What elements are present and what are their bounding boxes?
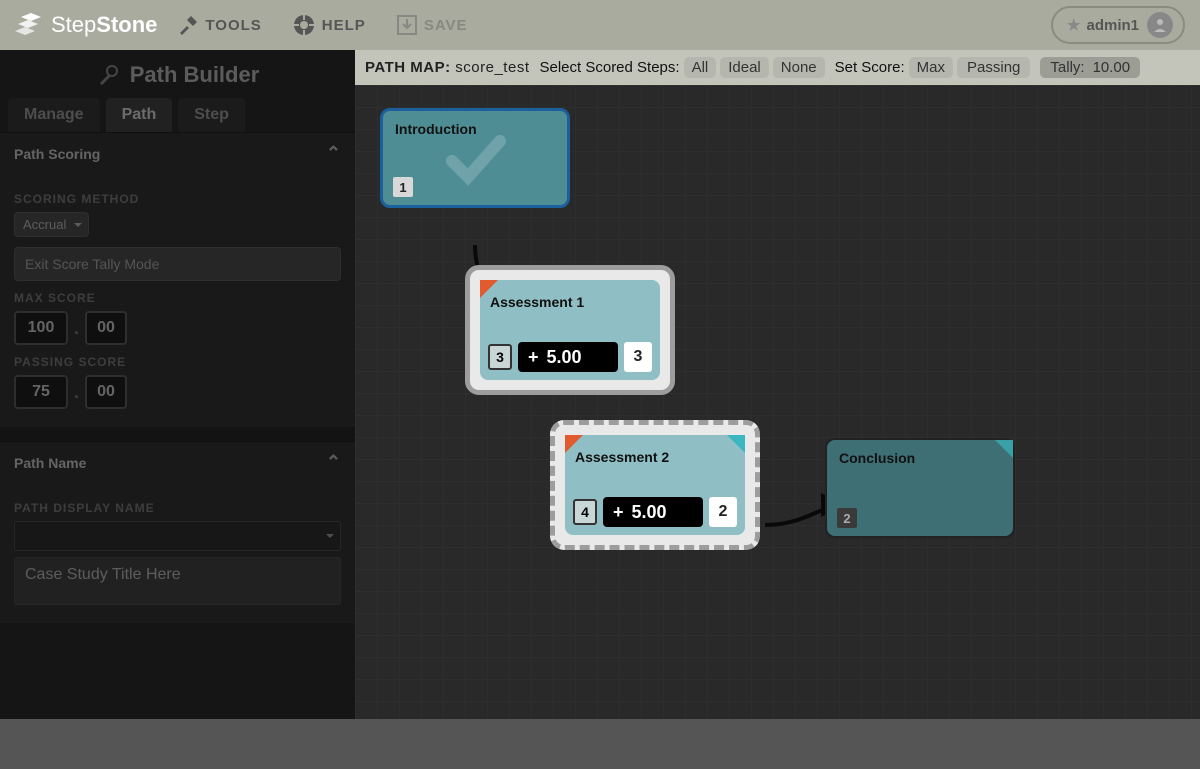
brand-text-a: Step — [51, 12, 96, 38]
passing-score-label: PASSING SCORE — [14, 355, 341, 369]
path-display-name-combo[interactable] — [14, 521, 341, 551]
scored-ideal-button[interactable]: Ideal — [720, 57, 769, 78]
scored-none-button[interactable]: None — [773, 57, 825, 78]
max-score-dec[interactable]: 00 — [85, 311, 127, 345]
node-assessment-1[interactable]: Assessment 1 3 +5.00 3 — [465, 265, 675, 395]
assessment2-title: Assessment 2 — [575, 449, 735, 465]
tally-display: Tally:10.00 — [1040, 57, 1140, 78]
scored-steps-label: Select Scored Steps: — [539, 59, 679, 76]
assessment2-left-num: 4 — [573, 499, 597, 525]
save-button[interactable]: SAVE — [386, 8, 478, 42]
section-path-scoring: Path Scoring ⌃ SCORING METHOD Accrual Ex… — [0, 132, 355, 427]
corner-icon — [995, 440, 1013, 458]
corner-icon — [727, 435, 745, 453]
assessment1-title: Assessment 1 — [490, 294, 650, 310]
avatar-icon — [1147, 12, 1173, 38]
tab-manage[interactable]: Manage — [8, 98, 100, 132]
help-button[interactable]: HELP — [282, 7, 376, 43]
assessment2-score[interactable]: +5.00 — [603, 497, 703, 527]
scoring-method-label: SCORING METHOD — [14, 192, 341, 206]
assessment1-score[interactable]: +5.00 — [518, 342, 618, 372]
pathmap-name: score_test — [455, 59, 529, 76]
max-score-int[interactable]: 100 — [14, 311, 68, 345]
path-name-title: Path Name — [14, 455, 86, 471]
path-builder-icon — [96, 63, 120, 87]
tools-button[interactable]: TOOLS — [167, 8, 271, 42]
flag-icon — [565, 435, 583, 453]
scored-all-button[interactable]: All — [684, 57, 717, 78]
assessment1-left-num: 3 — [488, 344, 512, 370]
pathmap-label: PATH MAP: score_test — [365, 59, 529, 76]
section-path-name: Path Name ⌃ PATH DISPLAY NAME Case Study… — [0, 441, 355, 623]
setscore-passing-button[interactable]: Passing — [957, 57, 1030, 78]
tab-path[interactable]: Path — [106, 98, 173, 132]
sidebar: Path Builder Manage Path Step Path Scori… — [0, 50, 355, 719]
tally-value: 10.00 — [1093, 59, 1131, 76]
setscore-max-button[interactable]: Max — [909, 57, 953, 78]
sidebar-title: Path Builder — [0, 50, 355, 98]
node-assessment-2[interactable]: Assessment 2 4 +5.00 2 — [550, 420, 760, 550]
assessment1-right-num: 3 — [624, 342, 652, 372]
chevron-up-icon: ⌃ — [326, 143, 341, 164]
canvas-area: PATH MAP: score_test Select Scored Steps… — [355, 50, 1200, 719]
scoring-method-select[interactable]: Accrual — [14, 212, 89, 237]
path-scoring-header[interactable]: Path Scoring ⌃ — [0, 133, 355, 174]
assessment2-right-num: 2 — [709, 497, 737, 527]
star-icon: ★ — [1067, 16, 1080, 34]
tools-label: TOOLS — [205, 17, 261, 34]
save-icon — [396, 14, 418, 36]
conclusion-title: Conclusion — [839, 450, 1003, 466]
passing-score-int[interactable]: 75 — [14, 375, 68, 409]
sidebar-tabs: Manage Path Step — [0, 98, 355, 132]
stepstone-icon — [15, 13, 45, 37]
help-label: HELP — [322, 17, 366, 34]
path-name-header[interactable]: Path Name ⌃ — [0, 442, 355, 483]
max-score-label: MAX SCORE — [14, 291, 341, 305]
brand-logo: StepStone — [15, 12, 157, 38]
tab-step[interactable]: Step — [178, 98, 245, 132]
flag-icon — [480, 280, 498, 298]
chevron-up-icon: ⌃ — [326, 452, 341, 473]
conclusion-num: 2 — [837, 508, 857, 528]
node-conclusion[interactable]: Conclusion 2 — [825, 438, 1015, 538]
path-display-name-label: PATH DISPLAY NAME — [14, 501, 341, 515]
node-introduction[interactable]: Introduction 1 — [380, 108, 570, 208]
exit-tally-button[interactable]: Exit Score Tally Mode — [14, 247, 341, 281]
top-bar: StepStone TOOLS HELP SAVE ★ admin1 — [0, 0, 1200, 50]
passing-score-dec[interactable]: 00 — [85, 375, 127, 409]
help-icon — [292, 13, 316, 37]
save-label: SAVE — [424, 17, 468, 34]
sidebar-title-text: Path Builder — [130, 62, 260, 88]
path-display-name-input[interactable]: Case Study Title Here — [14, 557, 341, 605]
node-intro-num: 1 — [393, 177, 413, 197]
set-score-label: Set Score: — [835, 59, 905, 76]
brand-text-b: Stone — [96, 12, 157, 38]
username-label: admin1 — [1086, 17, 1139, 34]
tools-icon — [177, 14, 199, 36]
canvas-toolbar: PATH MAP: score_test Select Scored Steps… — [355, 50, 1200, 85]
user-menu[interactable]: ★ admin1 — [1051, 6, 1185, 44]
path-scoring-title: Path Scoring — [14, 146, 100, 162]
